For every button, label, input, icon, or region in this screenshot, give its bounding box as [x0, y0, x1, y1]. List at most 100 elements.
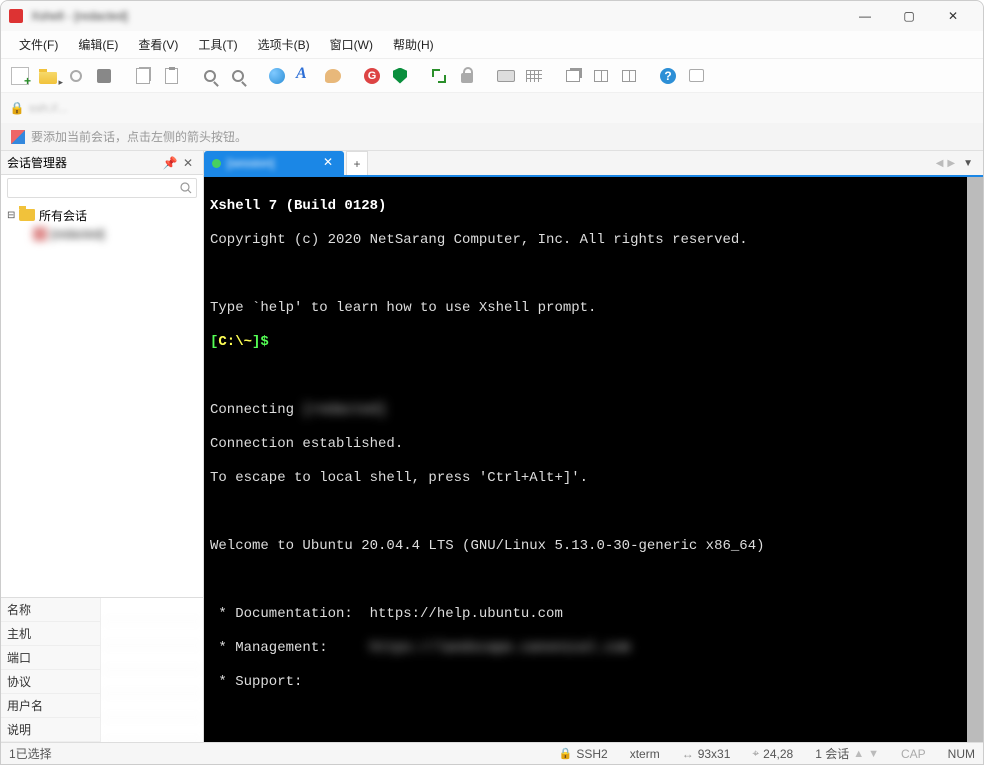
document-plus-icon — [11, 67, 29, 85]
menu-options[interactable]: 选项卡(B) — [248, 32, 320, 57]
prop-host-label: 主机 — [1, 622, 101, 646]
status-selected: 1已选择 — [9, 745, 52, 762]
shield-button[interactable] — [387, 63, 413, 89]
hint-text: 要添加当前会话，点击左侧的箭头按钮。 — [31, 128, 247, 145]
window-titlebar: Xshell - [redacted] — ▢ ✕ — [1, 1, 983, 31]
lock-icon — [461, 73, 473, 83]
menu-help[interactable]: 帮助(H) — [383, 32, 444, 57]
terminal[interactable]: Xshell 7 (Build 0128) Copyright (c) 2020… — [204, 177, 983, 742]
prop-port-value — [101, 646, 203, 670]
prop-port-label: 端口 — [1, 646, 101, 670]
color-button[interactable] — [320, 63, 346, 89]
address-bar[interactable]: 🔒 ssh://... — [1, 93, 983, 123]
tab-label: [session] — [227, 156, 314, 170]
tree-root[interactable]: ⊟ 所有会话 — [1, 205, 203, 225]
session-properties: 名称 主机 端口 协议 用户名 说明 — [1, 597, 203, 742]
app-icon — [9, 9, 23, 23]
terminal-line: To escape to local shell, press 'Ctrl+Al… — [210, 470, 977, 487]
g-button[interactable]: G — [359, 63, 385, 89]
tab-active[interactable]: [session] ✕ — [204, 151, 344, 175]
terminal-line — [210, 504, 977, 521]
panel-header: 会话管理器 📌 ✕ — [1, 151, 203, 175]
copy-button[interactable] — [130, 63, 156, 89]
tab-prev-icon[interactable]: ◀ — [936, 158, 944, 169]
prop-desc-value — [101, 718, 203, 742]
reconnect-button[interactable] — [63, 63, 89, 89]
tree-root-label: 所有会话 — [39, 207, 87, 224]
menu-tools[interactable]: 工具(T) — [188, 32, 247, 57]
terminal-scrollbar[interactable] — [967, 177, 983, 742]
tile-h-button[interactable] — [616, 63, 642, 89]
tab-add-button[interactable]: + — [346, 151, 368, 175]
folder-icon — [19, 209, 35, 221]
status-num: NUM — [948, 747, 975, 761]
prop-name-label: 名称 — [1, 598, 101, 622]
panel-close-button[interactable]: ✕ — [179, 156, 197, 170]
terminal-line: Connection established. — [210, 436, 977, 453]
open-button[interactable] — [35, 63, 61, 89]
maximize-button[interactable]: ▢ — [887, 1, 931, 31]
address-text: ssh://... — [29, 101, 68, 115]
fullscreen-button[interactable] — [426, 63, 452, 89]
status-cap: CAP — [901, 747, 926, 761]
paste-button[interactable] — [158, 63, 184, 89]
scroll-thumb[interactable] — [967, 177, 983, 742]
tab-menu-button[interactable]: ▼ — [959, 158, 977, 169]
disconnect-button[interactable] — [91, 63, 117, 89]
find-button[interactable] — [197, 63, 223, 89]
keyboard-icon — [497, 70, 515, 82]
plug-icon — [97, 69, 111, 83]
terminal-line: * Support: — [210, 674, 977, 691]
grid-button[interactable] — [521, 63, 547, 89]
menu-edit[interactable]: 编辑(E) — [68, 32, 128, 57]
chevron-up-icon: ▲ — [853, 748, 864, 760]
lock-icon: 🔒 — [11, 101, 23, 115]
session-search-input[interactable] — [7, 178, 197, 198]
tab-close-button[interactable]: ✕ — [320, 155, 336, 171]
grid-icon — [526, 70, 542, 82]
terminal-line — [210, 266, 977, 283]
tile-button[interactable] — [588, 63, 614, 89]
copy-icon — [136, 68, 150, 84]
new-session-button[interactable] — [7, 63, 33, 89]
menu-view[interactable]: 查看(V) — [128, 32, 188, 57]
help-button[interactable]: ? — [655, 63, 681, 89]
minimize-button[interactable]: — — [843, 1, 887, 31]
prop-user-label: 用户名 — [1, 694, 101, 718]
menubar: 文件(F) 编辑(E) 查看(V) 工具(T) 选项卡(B) 窗口(W) 帮助(… — [1, 31, 983, 59]
terminal-line — [210, 572, 977, 589]
status-sessions[interactable]: 1 会话 ▲ ▼ — [815, 745, 879, 762]
menu-file[interactable]: 文件(F) — [9, 32, 68, 57]
status-dot-icon — [212, 159, 221, 168]
prop-host-value — [101, 622, 203, 646]
pin-button[interactable]: 📌 — [161, 156, 179, 170]
tree-collapse-icon[interactable]: ⊟ — [7, 210, 19, 221]
tree-item[interactable]: [redacted] — [1, 225, 203, 243]
help-icon: ? — [660, 68, 676, 84]
font-icon: A — [296, 67, 314, 85]
shield-icon — [393, 68, 407, 84]
hint-bar: 要添加当前会话，点击左侧的箭头按钮。 — [1, 123, 983, 151]
expand-icon — [432, 69, 446, 83]
terminal-zone: [session] ✕ + ◀ ▶ ▼ Xshell 7 (Build 0128… — [204, 151, 983, 742]
toolbar: A G ? — [1, 59, 983, 93]
keyboard-button[interactable] — [493, 63, 519, 89]
lock-button[interactable] — [454, 63, 480, 89]
font-button[interactable]: A — [292, 63, 318, 89]
session-tree[interactable]: ⊟ 所有会话 [redacted] — [1, 201, 203, 597]
cascade-button[interactable] — [560, 63, 586, 89]
letter-g-icon: G — [364, 68, 380, 84]
tile-h-icon — [622, 70, 636, 82]
palette-icon — [325, 69, 341, 83]
paste-icon — [165, 68, 178, 84]
tab-next-icon[interactable]: ▶ — [947, 158, 955, 169]
language-button[interactable] — [264, 63, 290, 89]
menu-window[interactable]: 窗口(W) — [320, 32, 383, 57]
prop-name-value — [101, 598, 203, 622]
status-pos: ⌖ 24,28 — [752, 746, 793, 761]
prop-desc-label: 说明 — [1, 718, 101, 742]
find-next-button[interactable] — [225, 63, 251, 89]
terminal-prompt: [C:\~]$ — [210, 334, 977, 351]
close-button[interactable]: ✕ — [931, 1, 975, 31]
note-button[interactable] — [683, 63, 709, 89]
